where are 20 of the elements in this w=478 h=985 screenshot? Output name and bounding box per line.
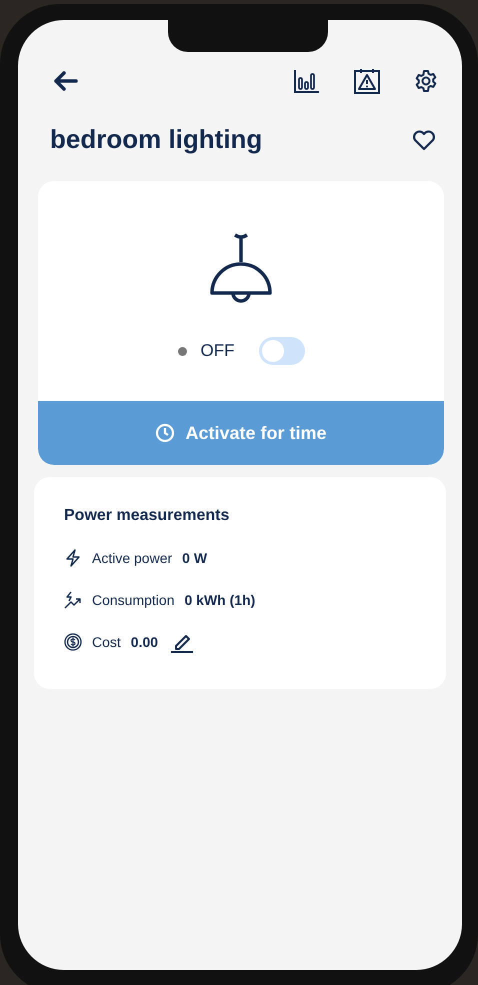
- measurement-label: Cost: [92, 634, 121, 650]
- measurement-label: Active power: [92, 550, 172, 566]
- device-title: bedroom lighting: [50, 124, 262, 155]
- measurement-value: 0 kWh (1h): [184, 592, 256, 608]
- coin-icon: [64, 633, 82, 651]
- section-title: Power measurements: [64, 507, 230, 525]
- power-toggle[interactable]: [258, 337, 304, 365]
- state-label: OFF: [200, 341, 234, 361]
- bar-chart-icon[interactable]: [294, 69, 320, 93]
- lightning-icon: [64, 549, 82, 567]
- settings-icon[interactable]: [414, 69, 438, 93]
- measurement-value: 0 W: [182, 550, 208, 566]
- favorite-heart-icon[interactable]: [412, 128, 436, 150]
- activate-for-time-button[interactable]: Activate for time: [38, 401, 444, 465]
- back-arrow-icon[interactable]: [52, 70, 78, 92]
- measurement-value: 0.00: [130, 634, 158, 650]
- warning-calendar-icon[interactable]: [354, 68, 380, 94]
- lightning-trend-icon: [64, 591, 82, 609]
- clock-icon: [155, 423, 176, 443]
- measurement-label: Consumption: [92, 592, 174, 608]
